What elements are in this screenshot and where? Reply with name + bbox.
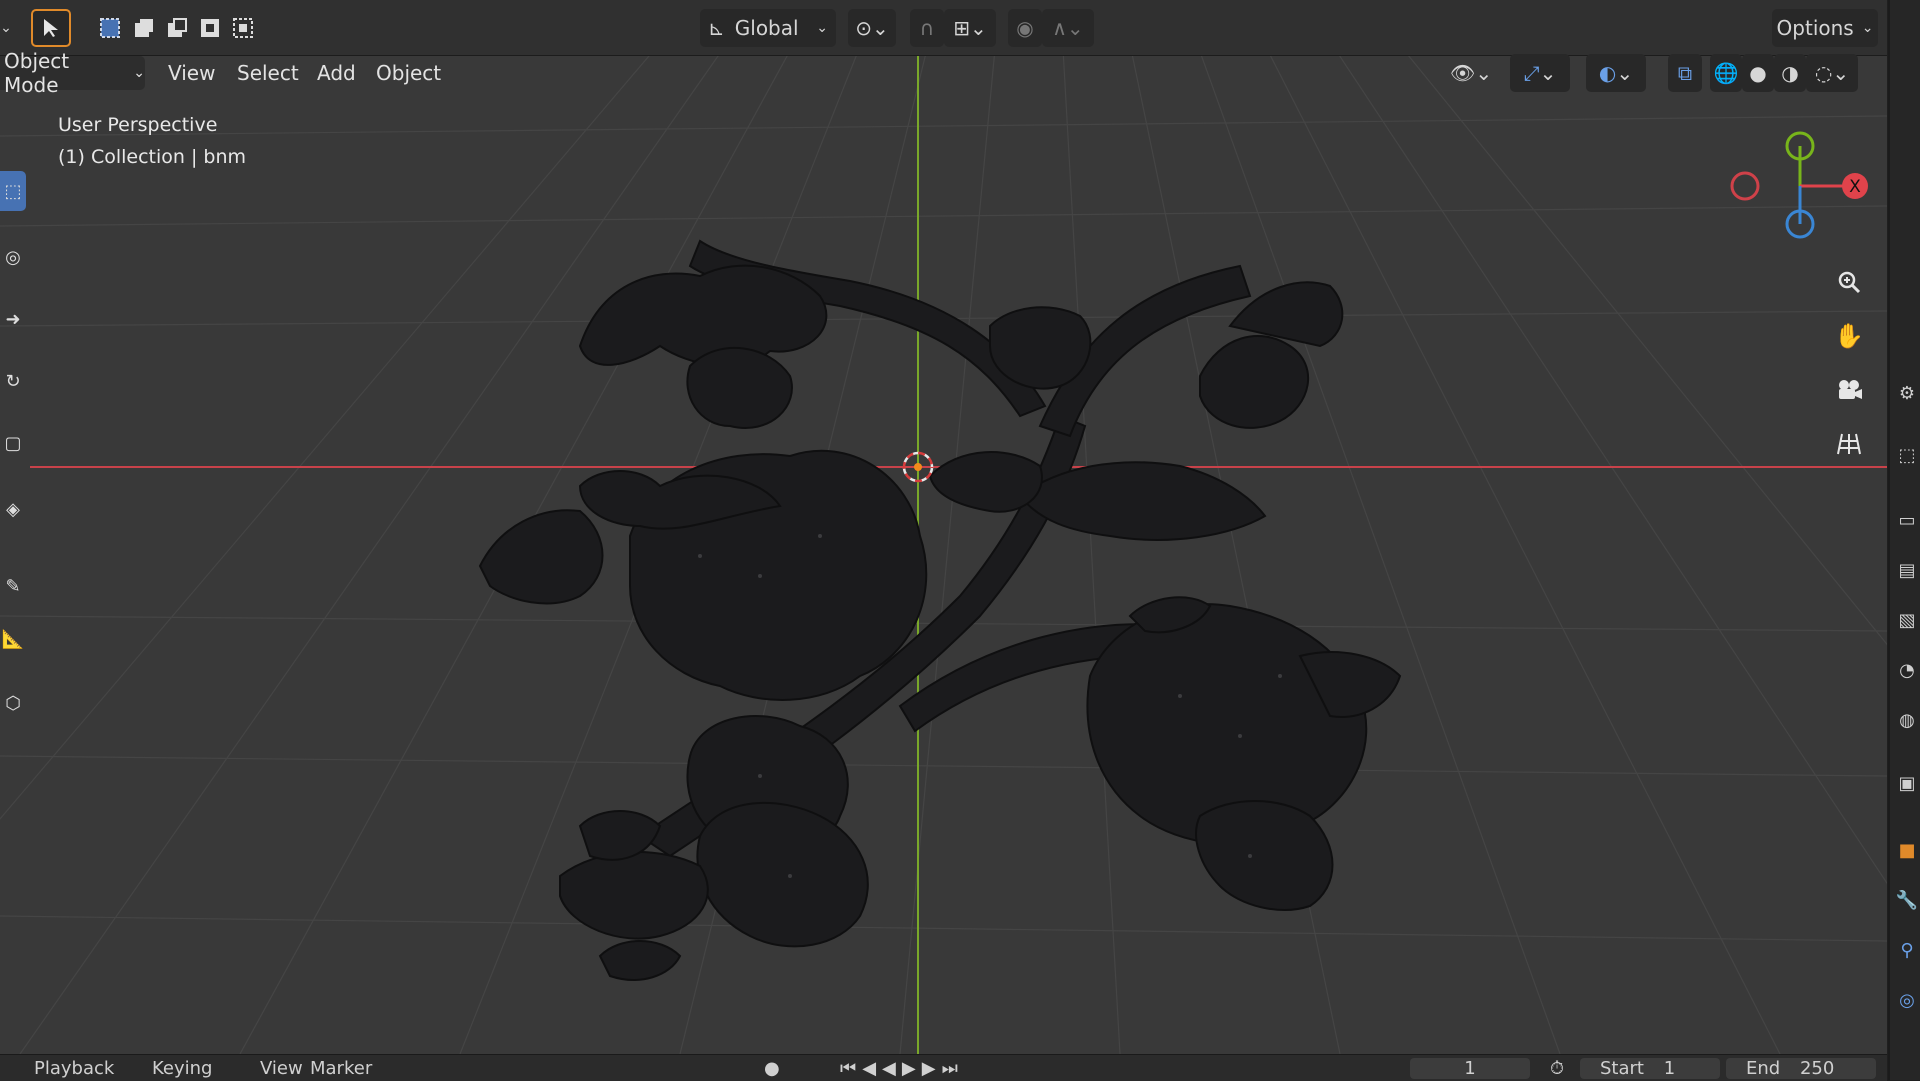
pan-hand-icon[interactable]: ✋ [1829, 316, 1869, 356]
options-dropdown[interactable]: Options ⌄ [1772, 9, 1878, 47]
properties-tab-strip: ⚙ ⬚ ▭ ▤ ▧ ◔ ◍ ▣ ■ 🔧 ⚲ ◎ [1888, 0, 1920, 1080]
menu-object[interactable]: Object [376, 56, 441, 90]
constraints-icon[interactable]: ◎ [1894, 985, 1920, 1015]
menu-chevron-icon[interactable]: ⌄ [0, 9, 12, 47]
chevron-down-icon: ⌄ [1861, 20, 1874, 36]
object-mode-dropdown[interactable]: Object Mode ⌄ [0, 49, 145, 97]
carved-flower-model [478, 239, 1402, 981]
move-icon[interactable]: ➜ [0, 299, 26, 339]
perspective-label: User Perspective [58, 114, 218, 136]
start-frame-field[interactable]: Start 1 [1580, 1058, 1720, 1079]
xray-icon[interactable]: ⧉ [1668, 54, 1702, 92]
chevron-down-icon: ⌄ [816, 20, 828, 36]
select-box-icon[interactable]: ⬚ [0, 171, 26, 211]
scene-icon[interactable]: ▧ [1894, 605, 1920, 635]
select-subtract-icon[interactable] [163, 9, 191, 47]
tool-header: ⌄ ⊾ Global ⌄ ⊙⌄ ∩ ⊞⌄ ◉ ∧⌄ Options ⌄ [0, 0, 1887, 56]
viewport-grid [0, 56, 1887, 1054]
transform-orientation-icon: ⊾ [708, 16, 725, 40]
end-frame-field[interactable]: End 250 [1726, 1058, 1876, 1079]
camera-icon[interactable] [1829, 370, 1869, 410]
object-mode-label: Object Mode [4, 49, 70, 97]
falloff-curve-icon[interactable]: ∧⌄ [1042, 9, 1094, 47]
end-label: End [1746, 1058, 1781, 1079]
timeline-menu-keying[interactable]: Keying [152, 1058, 212, 1079]
navigation-gizmo[interactable]: X [1720, 126, 1870, 256]
timeline-menu-playback[interactable]: Playback [34, 1058, 114, 1079]
viewport-header: Object Mode ⌄ View Select Add Object 👁⌄ … [0, 49, 1887, 97]
overlay-icon[interactable]: ◐ ⌄ [1586, 54, 1646, 92]
rotate-icon[interactable]: ↻ [0, 361, 26, 401]
wireframe-shading-icon[interactable]: 🌐 [1710, 54, 1742, 92]
transform-orientation-dropdown[interactable]: ⊾ Global ⌄ [700, 9, 836, 47]
blender-window: User Perspective (1) Collection | bnm X … [0, 0, 1920, 1081]
collection-label: (1) Collection | bnm [58, 146, 247, 168]
select-new-icon[interactable] [96, 9, 124, 47]
menu-view[interactable]: View [168, 56, 215, 90]
physics-icon[interactable]: ⚲ [1894, 935, 1920, 965]
3d-viewport[interactable]: User Perspective (1) Collection | bnm X … [0, 56, 1887, 1054]
menu-select[interactable]: Select [237, 56, 299, 90]
proportional-editing-icon[interactable]: ◉ [1008, 9, 1042, 47]
modifier-icon[interactable]: ■ [1894, 835, 1920, 865]
select-intersect-icon[interactable] [229, 9, 257, 47]
cursor-arrow-icon[interactable] [31, 9, 71, 47]
measure-icon[interactable]: 📐 [0, 619, 26, 659]
material-shading-icon[interactable]: ◑ [1774, 54, 1806, 92]
gizmo-x-label: X [1849, 177, 1861, 197]
tool-icon[interactable]: ⚙ [1894, 378, 1920, 408]
start-value: 1 [1663, 1058, 1676, 1079]
timeline-menu-view[interactable]: View [260, 1058, 303, 1079]
world-icon[interactable]: ◔ [1894, 655, 1920, 685]
end-value: 250 [1799, 1058, 1835, 1079]
current-frame-field[interactable]: 1 [1410, 1058, 1530, 1079]
transform-orientation-value: Global [734, 16, 799, 40]
scale-icon[interactable]: ▢ [0, 423, 26, 463]
left-toolbar: ⬚ ◎ ➜ ↻ ▢ ◈ ✎ 📐 ⬡ [0, 171, 28, 761]
render-icon[interactable]: ⬚ [1894, 440, 1920, 470]
collection-icon[interactable]: ◍ [1894, 705, 1920, 735]
object-icon[interactable]: ▣ [1894, 768, 1920, 798]
zoom-icon[interactable] [1829, 262, 1869, 302]
start-label: Start [1600, 1058, 1644, 1079]
cursor-icon[interactable]: ◎ [0, 237, 26, 277]
output-icon[interactable]: ▭ [1894, 505, 1920, 535]
view-layer-icon[interactable]: ▤ [1894, 555, 1920, 585]
timeline-header: Playback Keying View Marker ● ⏮◀◀▶▶⏭ 1 ⏱… [0, 1054, 1887, 1081]
particles-icon[interactable]: 🔧 [1894, 885, 1920, 915]
snap-increment-icon[interactable]: ⊞⌄ [944, 9, 996, 47]
select-extend-icon[interactable] [130, 9, 158, 47]
annotate-icon[interactable]: ✎ [0, 566, 26, 606]
add-cube-icon[interactable]: ⬡ [0, 683, 26, 723]
gizmo-icon[interactable]: ⤢ ⌄ [1510, 54, 1570, 92]
visibility-eye-icon[interactable]: 👁⌄ [1446, 54, 1496, 92]
pivot-point-icon[interactable]: ⊙⌄ [848, 9, 896, 47]
solid-shading-icon[interactable]: ● [1742, 54, 1774, 92]
menu-add[interactable]: Add [317, 56, 356, 90]
timeline-menu-marker[interactable]: Marker [310, 1058, 372, 1079]
select-invert-icon[interactable] [196, 9, 224, 47]
options-label: Options [1776, 16, 1854, 40]
rendered-shading-icon[interactable]: ◌⌄ [1806, 54, 1858, 92]
record-button[interactable]: ● [764, 1058, 780, 1079]
transform-icon[interactable]: ◈ [0, 489, 26, 529]
snap-magnet-icon[interactable]: ∩ [910, 9, 944, 47]
grid-toggle-icon[interactable] [1829, 424, 1869, 464]
chevron-down-icon: ⌄ [133, 65, 145, 81]
stopwatch-icon[interactable]: ⏱ [1550, 1058, 1564, 1079]
playback-controls[interactable]: ⏮◀◀▶▶⏭ [840, 1058, 964, 1079]
